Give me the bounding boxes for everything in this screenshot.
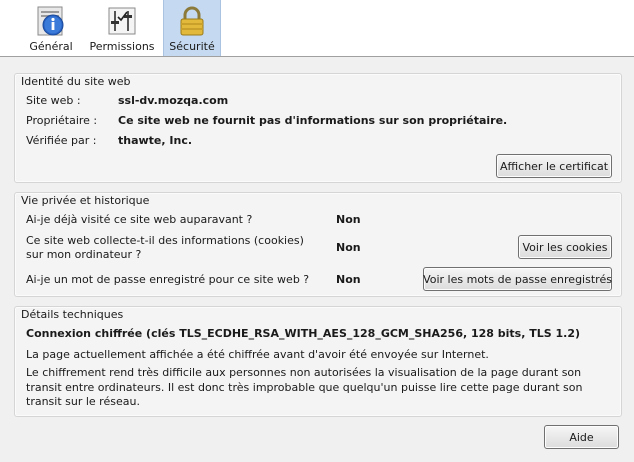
privacy-group: Vie privée et historique Ai-je déjà visi… [14,192,622,297]
tab-general[interactable]: Général [21,0,81,56]
tab-security[interactable]: Sécurité [163,0,221,56]
view-cookies-button[interactable]: Voir les cookies [518,235,612,259]
technical-details-group: Détails techniques Connexion chiffrée (c… [14,306,622,417]
owner-label: Propriétaire : [26,114,98,127]
view-certificate-button[interactable]: Afficher le certificat [496,154,612,178]
tab-permissions-label: Permissions [89,40,155,53]
encryption-paragraph-2: Le chiffrement rend très difficile aux p… [26,366,583,408]
visited-answer: Non [336,213,361,226]
help-button[interactable]: Aide [544,425,619,449]
technical-details-title: Détails techniques [21,308,124,321]
identity-group: Identité du site web Site web : ssl-dv.m… [14,73,622,183]
cookies-answer: Non [336,241,361,254]
verified-label: Vérifiée par : [26,134,97,147]
view-saved-passwords-button[interactable]: Voir les mots de passe enregistrés [423,267,612,291]
encryption-paragraph-1: La page actuellement affichée a été chif… [26,348,489,361]
info-icon [37,6,64,36]
tab-bar: Général Permissions Sécurité [0,0,634,57]
owner-value: Ce site web ne fournit pas d'information… [118,114,508,127]
visited-question: Ai-je déjà visité ce site web auparavant… [26,213,253,226]
tab-security-label: Sécurité [169,40,215,53]
tab-general-label: Général [29,40,73,53]
connection-details: Connexion chiffrée (clés TLS_ECDHE_RSA_W… [26,327,581,340]
identity-title: Identité du site web [21,75,131,88]
password-answer: Non [336,273,361,286]
password-question: Ai-je un mot de passe enregistré pour ce… [26,273,310,286]
privacy-title: Vie privée et historique [21,194,150,207]
tab-permissions[interactable]: Permissions [86,0,158,56]
cookies-question: Ce site web collecte-t-il des informatio… [26,234,304,261]
site-label: Site web : [26,94,81,107]
site-value: ssl-dv.mozqa.com [118,94,229,107]
verified-value: thawte, Inc. [118,134,193,147]
permissions-icon [108,7,136,35]
padlock-icon [180,6,204,36]
